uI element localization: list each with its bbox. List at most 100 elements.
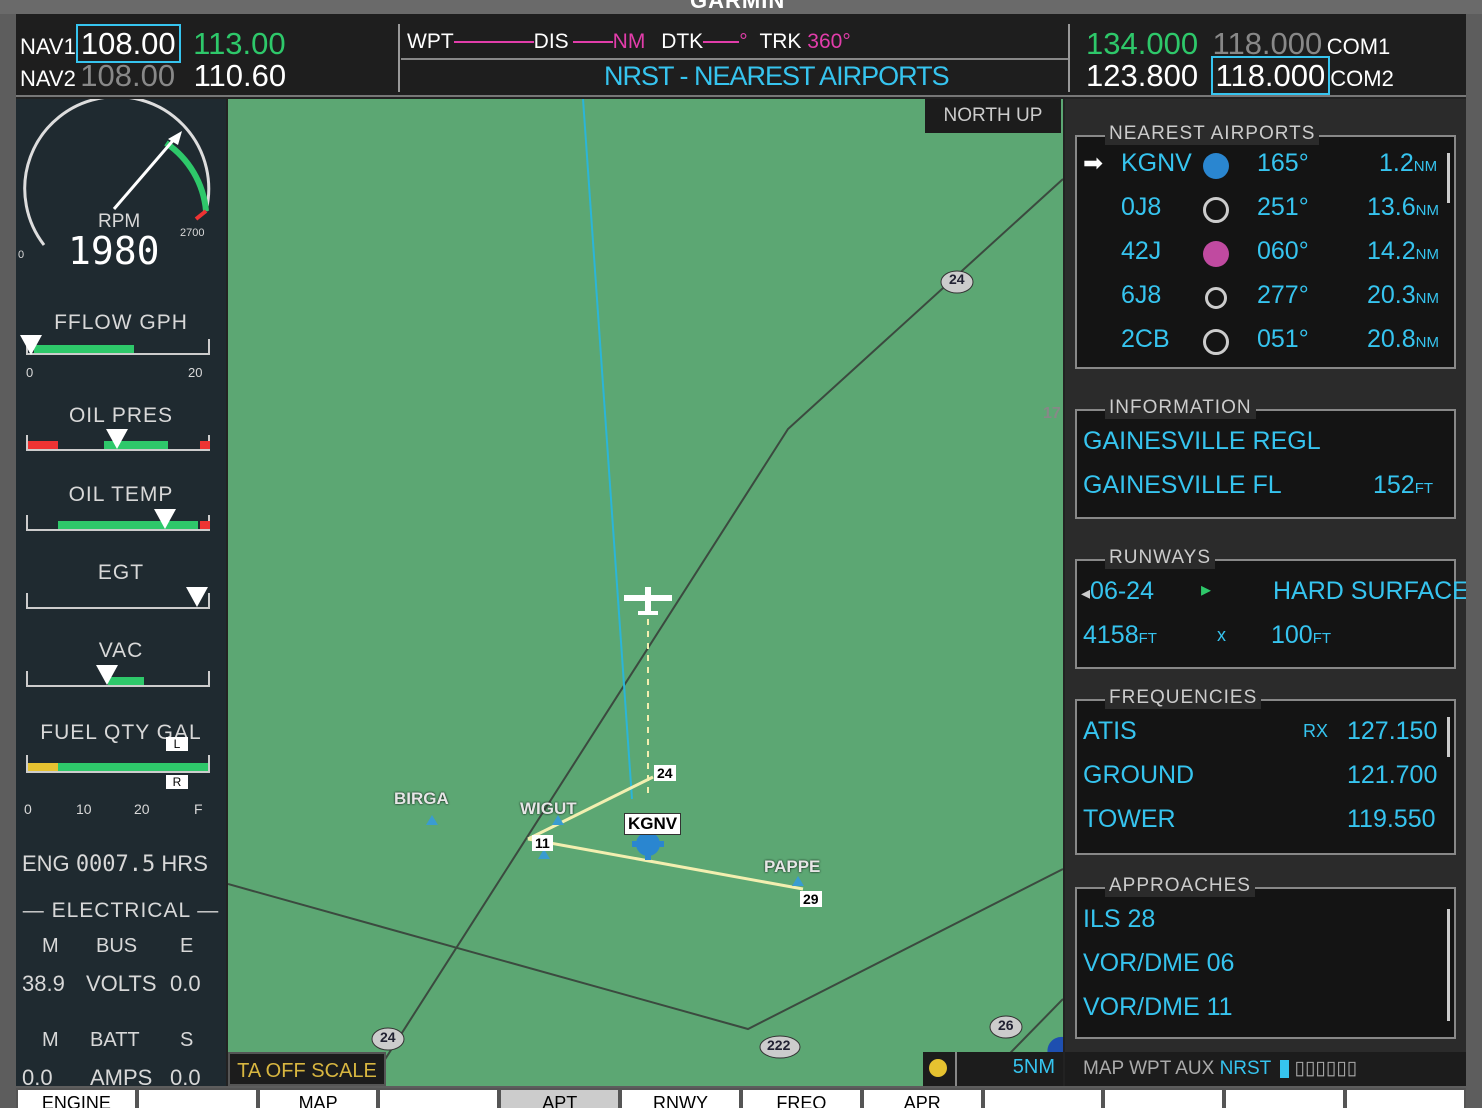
fflow-label: FFLOW GPH bbox=[54, 311, 188, 334]
freq-name: ATIS bbox=[1083, 717, 1137, 745]
oil-temp-pointer bbox=[154, 509, 176, 529]
fuel-left-tag: L bbox=[166, 737, 188, 751]
vac-label: VAC bbox=[98, 639, 144, 662]
rpm-value: 1980 bbox=[68, 229, 160, 273]
airport-untowered-icon bbox=[1203, 329, 1229, 355]
scrollbar[interactable] bbox=[1447, 717, 1450, 757]
softkey-engine[interactable]: ENGINE bbox=[16, 1088, 137, 1108]
rpm-max-label: 2700 bbox=[180, 227, 205, 239]
softkey-apt[interactable]: APT bbox=[499, 1088, 621, 1108]
runway bbox=[527, 837, 804, 891]
fflow-max: 20 bbox=[188, 365, 203, 380]
eng-hours-label: ENG bbox=[22, 851, 70, 876]
airway-line bbox=[367, 178, 1063, 1086]
softkey-blank[interactable] bbox=[982, 1088, 1104, 1108]
approaches-box: APPROACHES ILS 28 VOR/DME 06 VOR/DME 11 bbox=[1075, 875, 1456, 1039]
dis-value: 20.8 bbox=[1367, 325, 1416, 353]
runway-length: 4158FT bbox=[1083, 621, 1157, 650]
chevron-left-icon: ◂ bbox=[1081, 583, 1091, 603]
runway-end-label: 11 bbox=[532, 835, 553, 851]
airway-label: 222 bbox=[767, 1037, 791, 1053]
map-range-box[interactable]: 5NM bbox=[923, 1052, 1063, 1086]
brand-logo: GARMIN bbox=[690, 0, 786, 13]
nearest-airports-box: NEAREST AIRPORTS ➡ KGNV 165° 1.2NM 0J8 2… bbox=[1075, 123, 1456, 369]
dis-value: 1.2 bbox=[1379, 149, 1414, 177]
nav1-standby-freq[interactable]: 113.00 bbox=[193, 26, 286, 61]
elev-unit: FT bbox=[1414, 480, 1434, 497]
softkey-rnwy[interactable]: RNWY bbox=[620, 1088, 741, 1108]
trk-label: TRK bbox=[759, 30, 802, 53]
runway-designation[interactable]: ◂06-24 bbox=[1081, 577, 1154, 606]
softkey-blank[interactable] bbox=[1103, 1088, 1225, 1108]
approaches-title: APPROACHES bbox=[1105, 875, 1255, 897]
nearest-airport-id[interactable]: 42J bbox=[1121, 237, 1161, 266]
nav2-label: NAV2 bbox=[20, 66, 76, 91]
trk-value: 360° bbox=[807, 30, 851, 53]
elev-value: 152 bbox=[1373, 471, 1415, 499]
fix-label-wigut: WIGUT bbox=[520, 799, 577, 818]
softkey-blank[interactable] bbox=[136, 1088, 258, 1108]
dtk-unit: ° bbox=[739, 30, 748, 53]
map-orientation[interactable]: NORTH UP bbox=[925, 99, 1061, 133]
freq-value[interactable]: 121.700 bbox=[1347, 761, 1437, 790]
dis-unit: NM bbox=[1415, 334, 1439, 351]
page-dot-icon bbox=[1280, 1059, 1290, 1078]
divider bbox=[401, 58, 1068, 60]
nearest-airport-brg: 051° bbox=[1257, 325, 1309, 353]
amps-label: AMPS bbox=[90, 1065, 153, 1086]
divider bbox=[1068, 24, 1070, 92]
softkey-freq[interactable]: FREQ bbox=[740, 1088, 862, 1108]
nearest-airport-id[interactable]: KGNV bbox=[1121, 149, 1192, 178]
com2-standby-freq[interactable]: 118.000 bbox=[1210, 56, 1331, 95]
nav2-standby-freq[interactable]: 110.60 bbox=[194, 58, 287, 93]
scrollbar[interactable] bbox=[1447, 153, 1450, 203]
airport-soft-icon bbox=[1205, 287, 1227, 309]
nearest-airport-brg: 251° bbox=[1257, 193, 1309, 221]
approach-item[interactable]: VOR/DME 06 bbox=[1083, 949, 1234, 978]
nav2-row: NAV2 108.00 110.60 bbox=[20, 58, 286, 94]
softkey-blank[interactable] bbox=[378, 1088, 500, 1108]
fix-icon bbox=[792, 876, 804, 886]
nav1-row: NAV1 108.00 113.00 bbox=[20, 24, 286, 63]
oil-temp-scale bbox=[26, 515, 210, 531]
egt-scale bbox=[26, 593, 210, 609]
oil-pres-label: OIL PRES bbox=[68, 404, 174, 427]
nearest-airport-dis: 1.2NM bbox=[1379, 149, 1437, 178]
fuel-tick-20: 20 bbox=[134, 801, 150, 817]
softkey-apr[interactable]: APR bbox=[861, 1088, 983, 1108]
scrollbar[interactable] bbox=[1447, 909, 1450, 1021]
dis-unit: NM bbox=[1415, 246, 1439, 263]
map-range: 5NM bbox=[1012, 1056, 1055, 1078]
airport-untowered-icon bbox=[1203, 197, 1229, 223]
freq-value[interactable]: 119.550 bbox=[1347, 805, 1436, 834]
airport-elevation: 152FT bbox=[1373, 471, 1433, 500]
volts-e: 0.0 bbox=[170, 971, 201, 996]
freq-value[interactable]: 127.150 bbox=[1347, 717, 1437, 746]
nearest-airport-id[interactable]: 6J8 bbox=[1121, 281, 1161, 310]
nearest-airports-panel: NEAREST AIRPORTS ➡ KGNV 165° 1.2NM 0J8 2… bbox=[1065, 99, 1466, 1086]
softkey-map[interactable]: MAP bbox=[257, 1088, 379, 1108]
nearest-airport-id[interactable]: 2CB bbox=[1121, 325, 1170, 354]
wpt-label: WPT bbox=[407, 30, 454, 53]
vac-pointer bbox=[96, 665, 118, 685]
softkey-blank[interactable] bbox=[1224, 1088, 1346, 1108]
amps-s: 0.0 bbox=[170, 1065, 201, 1086]
nearest-airport-dis: 20.8NM bbox=[1367, 325, 1439, 354]
fix-label-pappe: PAPPE bbox=[764, 857, 821, 876]
com1-active-freq[interactable]: 134.000 bbox=[1086, 26, 1198, 61]
dis-value: 13.6 bbox=[1367, 193, 1416, 221]
com2-active-freq[interactable]: 123.800 bbox=[1086, 58, 1198, 93]
approach-item[interactable]: VOR/DME 11 bbox=[1083, 993, 1233, 1022]
bus-m: M bbox=[42, 935, 59, 957]
batt-m: M bbox=[42, 1029, 59, 1051]
airway-label: 24 bbox=[380, 1029, 396, 1045]
nav2-active-freq[interactable]: 108.00 bbox=[80, 58, 175, 93]
freq-name: TOWER bbox=[1083, 805, 1176, 833]
approach-item[interactable]: ILS 28 bbox=[1083, 905, 1155, 934]
nearest-airport-id[interactable]: 0J8 bbox=[1121, 193, 1161, 222]
freq-tag: RX bbox=[1303, 721, 1329, 741]
softkey-blank[interactable] bbox=[1345, 1088, 1466, 1108]
fflow-pointer bbox=[20, 335, 42, 355]
moving-map[interactable]: 24 24 222 26 17 BIRGA WIGUT PAPPE KGNV 2… bbox=[228, 99, 1063, 1086]
chevron-right-icon[interactable]: ▸ bbox=[1201, 577, 1211, 602]
